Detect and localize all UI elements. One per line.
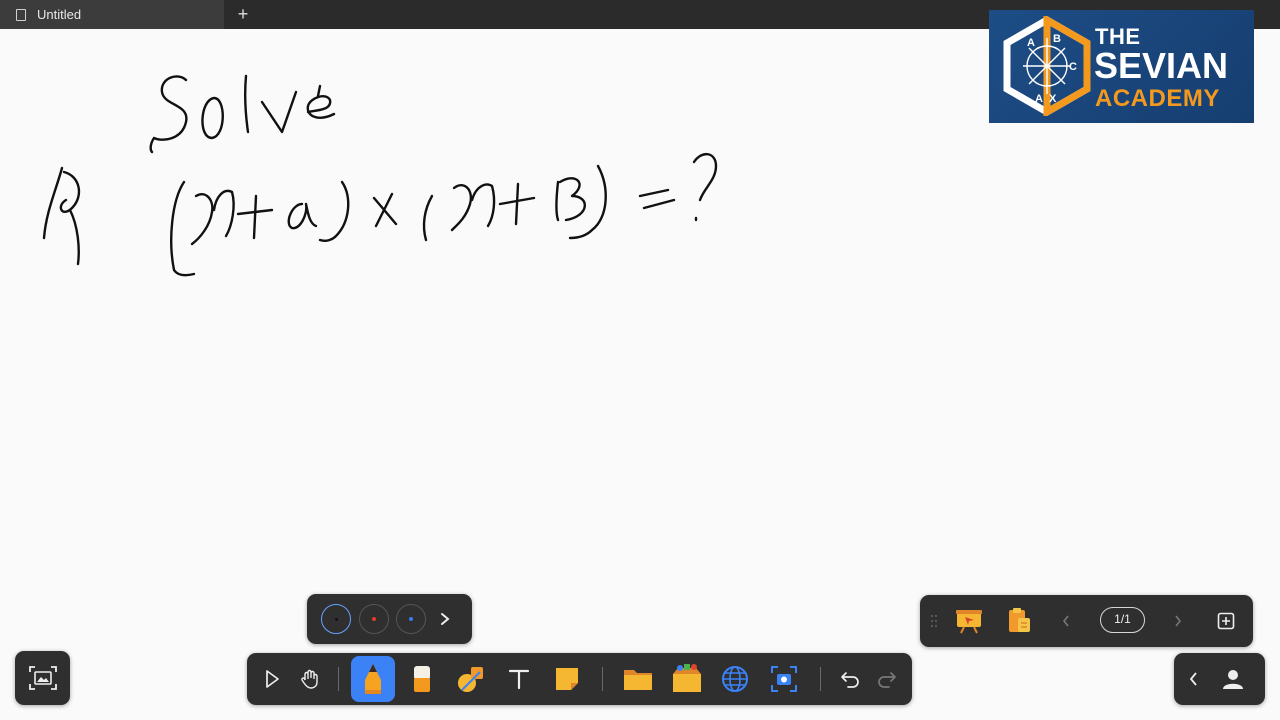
user-panel: [1174, 653, 1265, 705]
next-page-button[interactable]: [1170, 611, 1186, 631]
color-palette: [307, 594, 472, 644]
chevron-right-icon: [441, 613, 450, 625]
redo-icon: [878, 672, 896, 688]
toolbar-separator: [602, 667, 603, 691]
page-navigator: 1/1: [920, 595, 1253, 647]
ink-stroke-equals: [638, 188, 676, 210]
hex-letter-x: X: [1049, 93, 1057, 105]
ink-stroke-paren3: [422, 194, 434, 242]
hex-letter-a: A: [1027, 37, 1035, 49]
media-icon: [673, 664, 701, 692]
clipboard-icon: [1009, 608, 1030, 632]
presentation-button[interactable]: [952, 605, 986, 637]
redo-button[interactable]: [874, 666, 900, 692]
shapes-tool-button[interactable]: [453, 662, 489, 696]
ink-stroke-l: [243, 74, 250, 134]
shapes-icon: [458, 667, 483, 692]
select-icon: [266, 670, 279, 688]
ink-stroke-s: [149, 75, 188, 154]
user-button[interactable]: [1219, 665, 1247, 693]
collapse-button[interactable]: [1182, 667, 1204, 691]
color-swatch-blue[interactable]: [396, 604, 426, 634]
hex-letter-c: C: [1069, 61, 1077, 73]
add-page-button[interactable]: [1215, 610, 1237, 632]
user-icon: [1223, 670, 1243, 689]
screenshot-icon: [28, 666, 57, 690]
media-button[interactable]: [667, 659, 707, 699]
ink-stroke-question: [692, 153, 718, 222]
main-toolbar: [247, 653, 912, 705]
ink-stroke-beta: [555, 177, 586, 222]
undo-button[interactable]: [837, 666, 863, 692]
color-dot-black: [334, 617, 338, 621]
clipboard-button[interactable]: [1002, 605, 1036, 637]
ink-stroke-times: [372, 192, 398, 228]
color-dot-red: [372, 617, 376, 621]
ink-stroke-x1: [190, 189, 235, 246]
text-tool-button[interactable]: [502, 663, 536, 695]
chevron-left-icon: [1062, 615, 1069, 627]
chevron-right-icon: [1175, 615, 1182, 627]
eraser-tool-button[interactable]: [405, 662, 439, 696]
toolbar-separator: [338, 667, 339, 691]
new-tab-button[interactable]: +: [232, 3, 254, 25]
logo-line-sevian: SEVIAN: [1094, 45, 1229, 86]
hex-letter-a2: A: [1035, 93, 1043, 105]
sticky-note-button[interactable]: [549, 662, 585, 696]
ink-stroke-o: [201, 96, 224, 140]
sticky-note-icon: [556, 668, 578, 690]
previous-page-button[interactable]: [1058, 611, 1074, 631]
text-icon: [508, 669, 530, 690]
ink-stroke-v: [260, 90, 298, 134]
document-icon: [16, 8, 26, 21]
undo-icon: [841, 672, 859, 688]
chevron-left-icon: [1189, 672, 1197, 686]
logo-line-academy: ACADEMY: [1095, 85, 1220, 112]
ink-stroke-alpha: [287, 202, 318, 230]
academy-logo: A B C A X THE SEVIAN ACADEMY: [989, 10, 1254, 123]
page-counter[interactable]: 1/1: [1100, 607, 1145, 633]
ink-stroke-x2: [450, 183, 496, 232]
browser-icon: [722, 666, 748, 692]
browser-button[interactable]: [717, 662, 753, 696]
hand-icon: [301, 669, 318, 689]
more-colors-button[interactable]: [435, 606, 455, 632]
folder-icon: [624, 670, 652, 690]
capture-icon: [771, 666, 797, 692]
ink-stroke-plus1: [236, 194, 274, 240]
add-page-icon: [1217, 612, 1235, 630]
color-swatch-red[interactable]: [359, 604, 389, 634]
presentation-icon: [956, 610, 982, 634]
hexagon-logo-icon: A B C A X: [1003, 16, 1091, 116]
color-dot-blue: [409, 617, 413, 621]
tab-untitled[interactable]: Untitled: [0, 0, 224, 29]
folder-button[interactable]: [620, 662, 656, 696]
toolbar-separator: [820, 667, 821, 691]
select-tool-button[interactable]: [259, 664, 285, 694]
tab-label: Untitled: [37, 7, 82, 22]
hand-tool-button[interactable]: [296, 664, 324, 694]
hex-letter-b: B: [1053, 33, 1061, 45]
ink-stroke-paren1: [170, 180, 196, 277]
ink-stroke-plus2: [498, 182, 536, 226]
ink-stroke-q: [42, 166, 81, 266]
whiteboard-app: Untitled + A B C A X THE SEVIAN ACADEMY …: [0, 0, 1280, 720]
ink-stroke-paren4: [568, 164, 607, 240]
drag-handle-icon[interactable]: [930, 613, 938, 629]
screen-capture-button[interactable]: [766, 662, 802, 696]
pen-tool-button[interactable]: [351, 656, 395, 702]
ink-stroke-paren2: [318, 180, 350, 242]
screenshot-button[interactable]: [15, 651, 70, 705]
eraser-icon: [414, 666, 430, 692]
ink-stroke-e: [306, 84, 336, 119]
color-swatch-black[interactable]: [321, 604, 351, 634]
pen-icon: [365, 664, 381, 694]
